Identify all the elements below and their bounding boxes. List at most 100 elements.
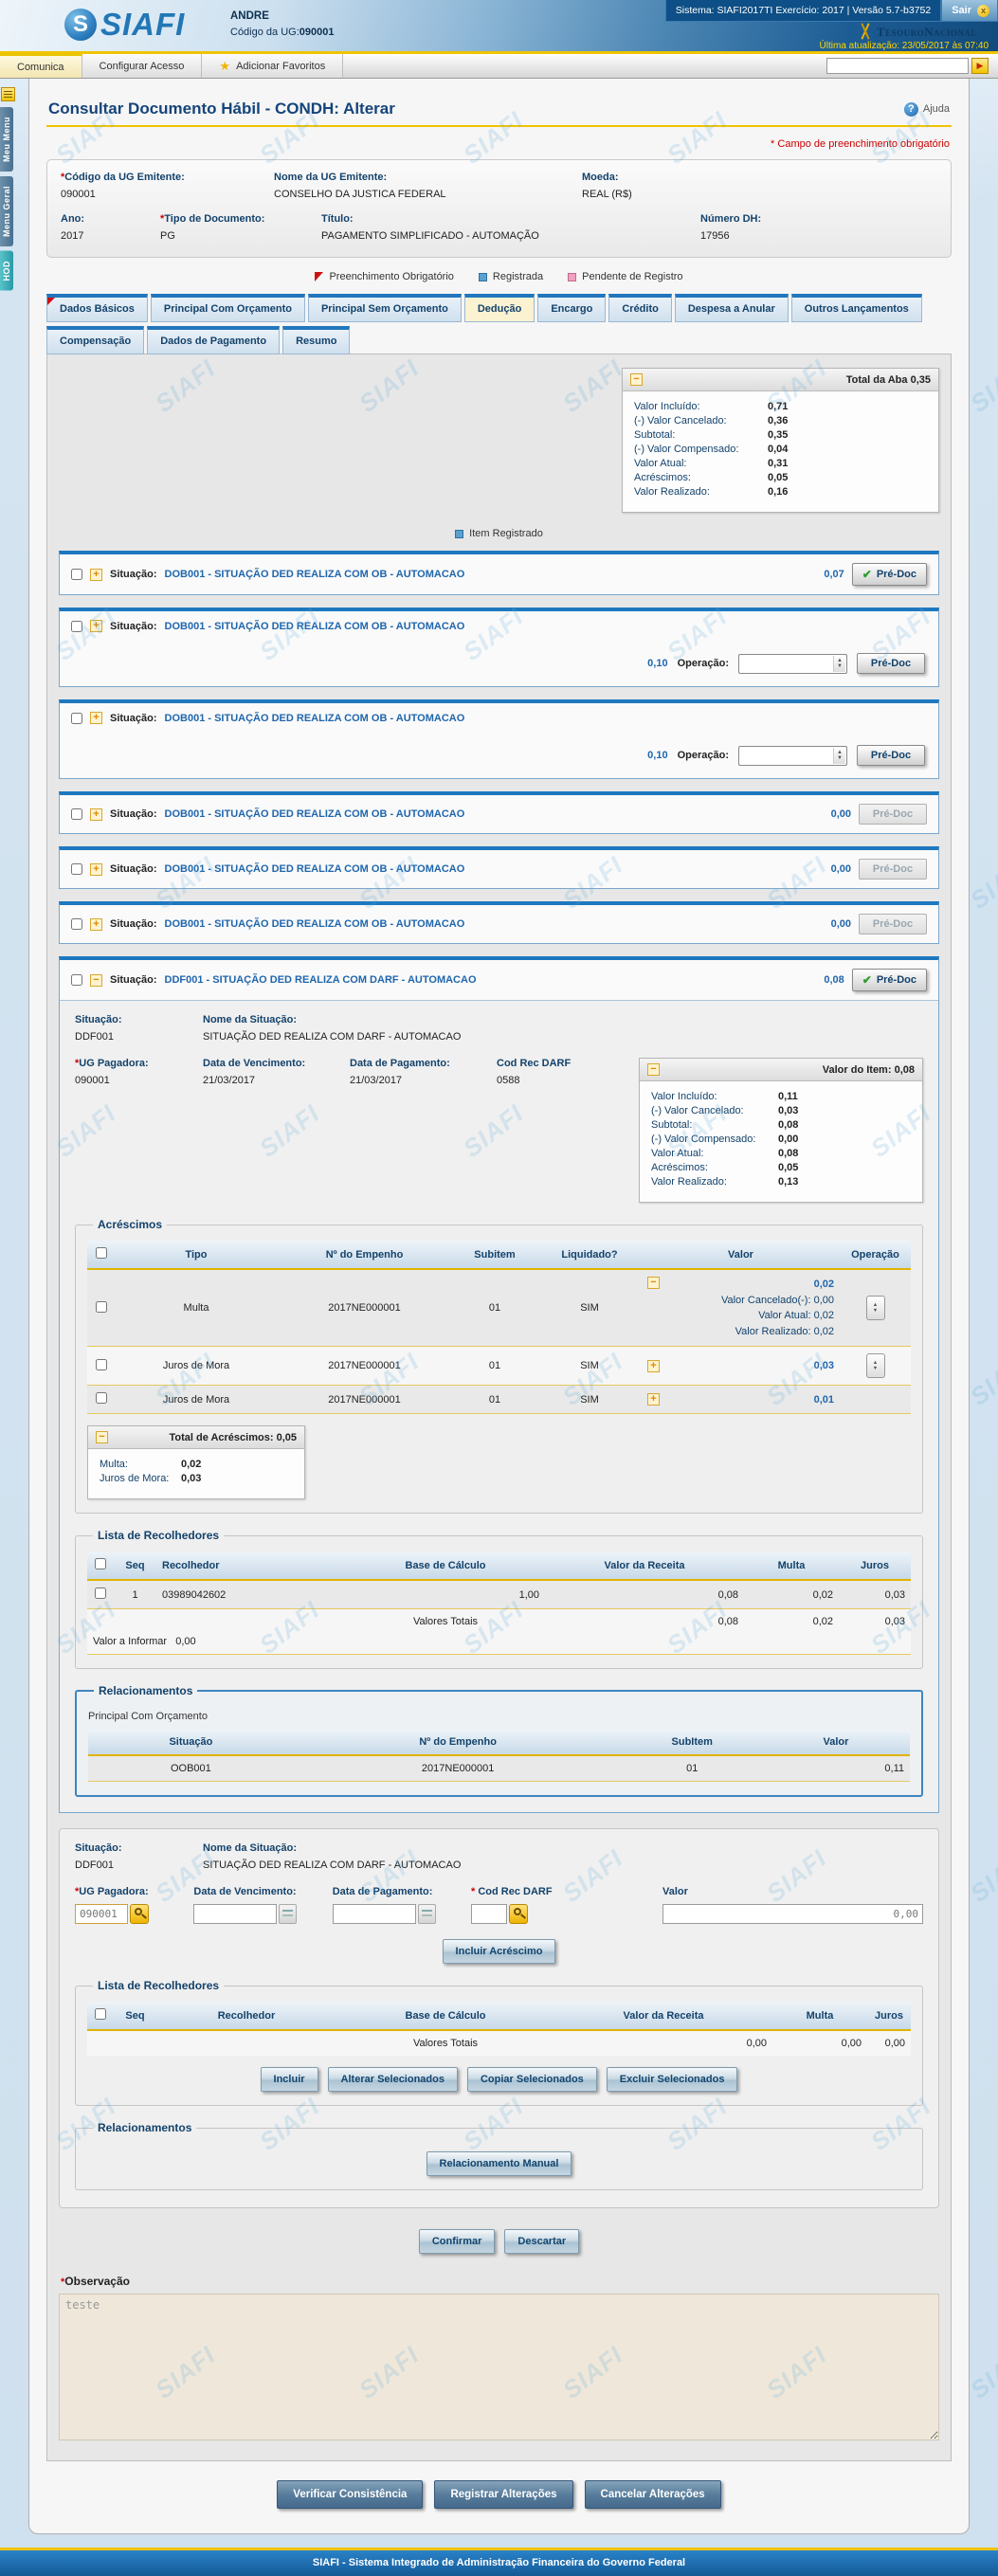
field-codigo-ug-emitente: *Código da UG Emitente: 090001 <box>61 172 274 200</box>
acrescimo-row: Multa 2017NE000001 01 SIM − 0,02 Valor C… <box>87 1269 911 1347</box>
confirmar-button[interactable]: Confirmar <box>419 2229 496 2254</box>
quick-search-input[interactable] <box>826 58 969 74</box>
collapse-icon[interactable]: − <box>647 1063 660 1076</box>
cod-rec-darf-input[interactable] <box>471 1904 507 1924</box>
spinner-arrows-icon[interactable]: ▲▼ <box>833 748 845 764</box>
document-info-box: *Código da UG Emitente: 090001 Nome da U… <box>46 159 952 258</box>
observacao-textarea[interactable]: teste <box>59 2294 939 2440</box>
registrar-alteracoes-button[interactable]: Registrar Alterações <box>434 2480 572 2509</box>
menu-tab-configurar-acesso[interactable]: Configurar Acesso <box>82 54 203 78</box>
recolhedores-legend: Lista de Recolhedores <box>93 1529 224 1542</box>
lookup-icon[interactable] <box>130 1904 149 1924</box>
tab-compensacao[interactable]: Compensação <box>46 326 144 354</box>
tab-despesa-a-anular[interactable]: Despesa a Anular <box>675 294 789 322</box>
menu-tab-adicionar-favoritos[interactable]: ★ Adicionar Favoritos <box>202 54 343 78</box>
sidebar-item-menu-geral[interactable]: Menu Geral <box>0 176 13 246</box>
deduction-item-row: + Situação: DOB001 - SITUAÇÃO DED REALIZ… <box>59 901 939 944</box>
field-data-pagamento: Data de Pagamento: 21/03/2017 <box>350 1058 497 1086</box>
incluir-acrescimo-button[interactable]: Incluir Acréscimo <box>443 1939 556 1964</box>
logout-button[interactable]: Sair x <box>941 0 998 22</box>
verificar-consistencia-button[interactable]: Verificar Consistência <box>277 2480 423 2509</box>
collapse-icon[interactable]: − <box>96 1431 108 1443</box>
situacao-code: DOB001 - SITUAÇÃO DED REALIZA COM OB - A… <box>165 918 465 930</box>
expand-icon[interactable]: + <box>90 620 102 632</box>
calendar-icon[interactable] <box>279 1904 297 1924</box>
acrescimos-legend: Acréscimos <box>93 1218 167 1231</box>
copiar-selecionados-button[interactable]: Copiar Selecionados <box>467 2067 597 2092</box>
cancelar-alteracoes-button[interactable]: Cancelar Alterações <box>585 2480 721 2509</box>
predoc-button[interactable]: Pré-Doc <box>857 745 925 766</box>
tab-encargo[interactable]: Encargo <box>537 294 606 322</box>
sidebar-item-meu-menu[interactable]: Meu Menu <box>0 107 13 172</box>
incluir-button[interactable]: Incluir <box>261 2067 318 2092</box>
row-checkbox[interactable] <box>71 713 82 724</box>
expand-icon[interactable]: + <box>647 1393 660 1406</box>
tab-dados-basicos[interactable]: Dados Básicos <box>46 294 148 322</box>
predoc-button[interactable]: ✔ Pré-Doc <box>852 969 927 991</box>
collapse-icon[interactable]: − <box>647 1277 660 1289</box>
valor-input[interactable] <box>662 1904 923 1924</box>
data-pagamento-input[interactable] <box>333 1904 416 1924</box>
tab-principal-sem-orcamento[interactable]: Principal Sem Orçamento <box>308 294 462 322</box>
collapse-icon[interactable]: − <box>630 373 643 386</box>
expand-icon[interactable]: + <box>90 712 102 724</box>
row-checkbox[interactable] <box>95 1587 106 1599</box>
relacionamento-manual-button[interactable]: Relacionamento Manual <box>426 2151 572 2176</box>
top-menubar: Comunica Configurar Acesso ★ Adicionar F… <box>0 54 998 79</box>
tab-credito[interactable]: Crédito <box>608 294 672 322</box>
row-checkbox[interactable] <box>71 863 82 875</box>
field-situacao: Situação: DDF001 <box>75 1842 203 1871</box>
recolhedores-legend: Lista de Recolhedores <box>93 1979 224 1992</box>
select-all-checkbox[interactable] <box>96 1247 107 1259</box>
acrescimos-table: Tipo Nº do Empenho Subitem Liquidado? Va… <box>87 1241 911 1414</box>
total-aba-title: Total da Aba <box>846 374 908 386</box>
row-checkbox[interactable] <box>71 974 82 986</box>
lookup-icon[interactable] <box>509 1904 528 1924</box>
spinner-arrows-icon[interactable]: ▲▼ <box>833 656 845 672</box>
predoc-button[interactable]: ✔ Pré-Doc <box>852 563 927 586</box>
row-checkbox[interactable] <box>96 1392 107 1404</box>
expand-icon[interactable]: + <box>90 863 102 876</box>
collapse-icon[interactable]: − <box>90 974 102 987</box>
deducao-tab-content: − Total da Aba 0,35 Valor Incluído:0,71 … <box>46 354 952 2461</box>
operacao-spinner[interactable]: ▲▼ <box>866 1353 885 1378</box>
predoc-label: Pré-Doc <box>873 863 913 875</box>
field-moeda: Moeda: REAL (R$) <box>582 172 771 200</box>
expand-icon[interactable]: + <box>90 918 102 931</box>
help-button[interactable]: ? Ajuda <box>904 102 950 117</box>
excluir-selecionados-button[interactable]: Excluir Selecionados <box>607 2067 738 2092</box>
predoc-button[interactable]: Pré-Doc <box>857 653 925 674</box>
tab-principal-com-orcamento[interactable]: Principal Com Orçamento <box>151 294 305 322</box>
row-checkbox[interactable] <box>71 918 82 930</box>
row-checkbox[interactable] <box>96 1359 107 1370</box>
user-block: ANDRE Código da UG:090001 <box>230 10 334 38</box>
expand-icon[interactable]: + <box>90 569 102 581</box>
siafi-logo-text: SIAFI <box>100 7 185 43</box>
sidebar-item-hod[interactable]: HOD <box>0 251 13 291</box>
data-vencimento-input[interactable] <box>193 1904 277 1924</box>
row-checkbox[interactable] <box>71 569 82 580</box>
alterar-selecionados-button[interactable]: Alterar Selecionados <box>328 2067 458 2092</box>
item-value: 0,00 <box>831 808 851 820</box>
menu-tab-comunica[interactable]: Comunica <box>0 54 82 78</box>
edit-form-panel: Situação: DDF001 Nome da Situação: SITUA… <box>59 1828 939 2208</box>
ug-pagadora-input[interactable] <box>75 1904 128 1924</box>
row-checkbox[interactable] <box>96 1301 107 1313</box>
select-all-checkbox[interactable] <box>95 1558 106 1569</box>
select-all-checkbox[interactable] <box>95 2008 106 2020</box>
row-checkbox[interactable] <box>71 621 82 632</box>
tab-resumo[interactable]: Resumo <box>282 326 350 354</box>
descartar-button[interactable]: Descartar <box>504 2229 579 2254</box>
tab-outros-lancamentos[interactable]: Outros Lançamentos <box>791 294 922 322</box>
row-checkbox[interactable] <box>71 808 82 820</box>
expand-icon[interactable]: + <box>90 808 102 821</box>
expand-icon[interactable]: + <box>647 1360 660 1372</box>
search-go-icon[interactable]: ▶ <box>971 58 989 74</box>
operacao-spinner[interactable]: ▲▼ <box>866 1296 885 1320</box>
tab-deducao[interactable]: Dedução <box>464 294 535 322</box>
tab-dados-de-pagamento[interactable]: Dados de Pagamento <box>147 326 280 354</box>
menu-expander-icon[interactable] <box>1 87 15 101</box>
operacao-select[interactable]: ▲▼ <box>738 746 847 766</box>
operacao-select[interactable]: ▲▼ <box>738 654 847 674</box>
calendar-icon[interactable] <box>418 1904 436 1924</box>
